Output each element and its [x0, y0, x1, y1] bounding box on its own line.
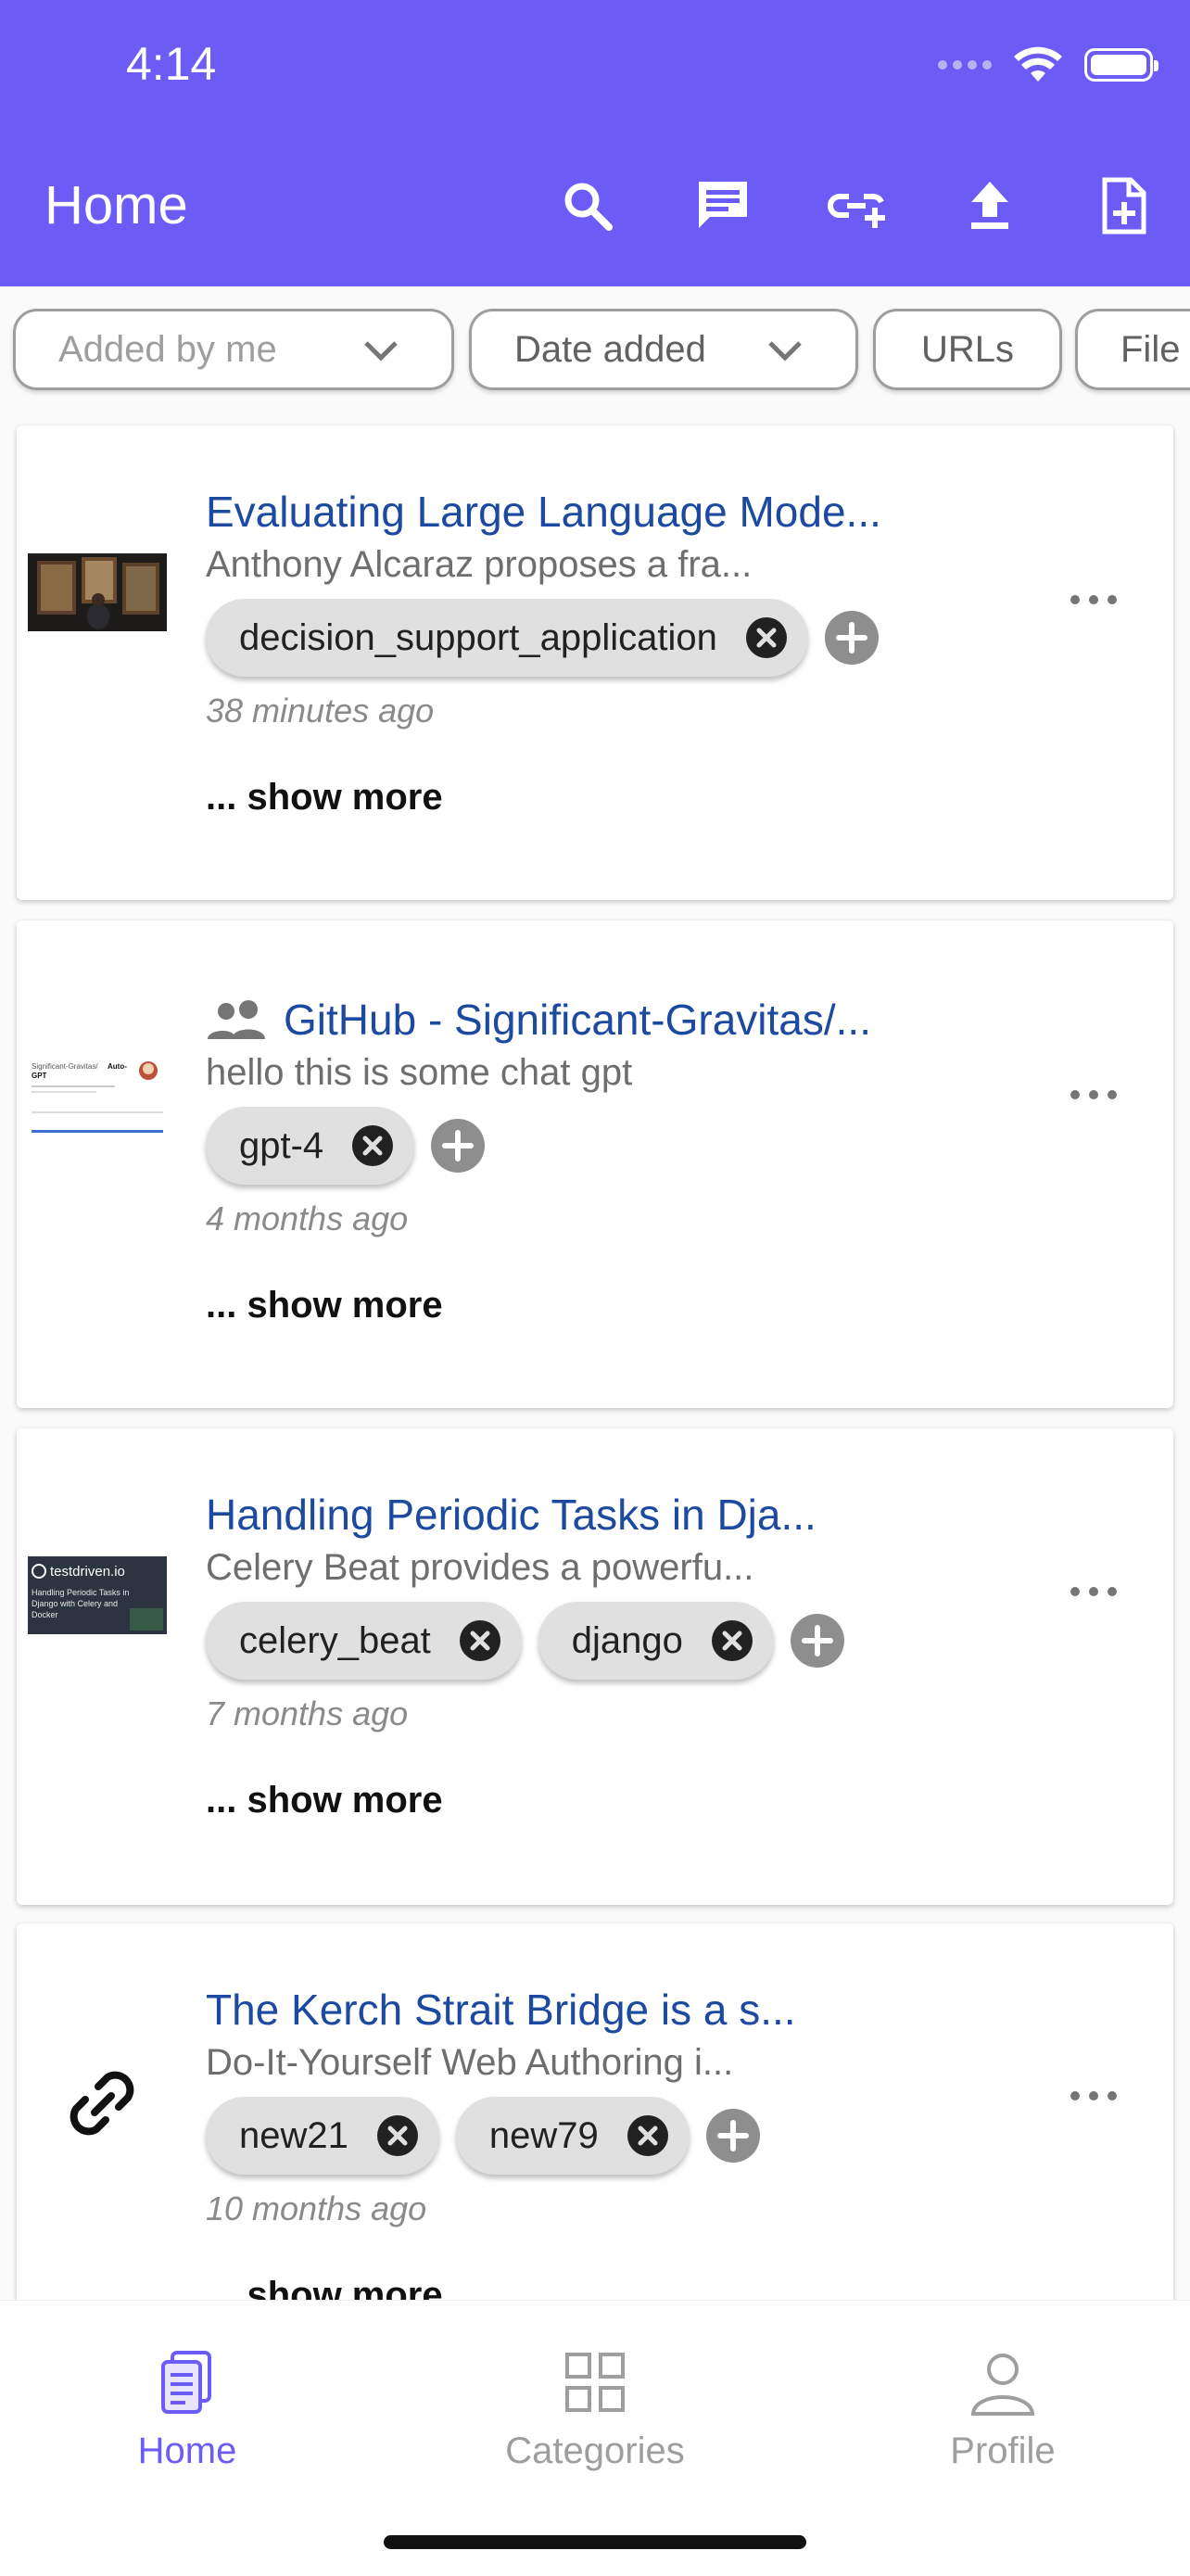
new-document-icon[interactable]	[1094, 176, 1153, 235]
testdriven-thumbnail: testdriven.io Handling Periodic Tasks in…	[28, 1556, 167, 1634]
tag-chip[interactable]: celery_beat	[206, 1602, 522, 1680]
filter-added-by[interactable]: Added by me	[13, 309, 454, 390]
bookmark-description: Do-It-Yourself Web Authoring i...	[206, 2042, 734, 2083]
filter-label: Added by me	[58, 328, 277, 370]
testdriven-line3: Docker	[32, 1610, 58, 1619]
remove-tag-icon[interactable]	[711, 1619, 753, 1662]
bookmark-card[interactable]: testdriven.io Handling Periodic Tasks in…	[17, 1428, 1173, 1905]
remove-tag-icon[interactable]	[351, 1124, 394, 1167]
testdriven-brand: testdriven.io	[50, 1564, 125, 1580]
shared-group-icon	[208, 1000, 265, 1039]
tag-label: new21	[239, 2114, 348, 2156]
bookmark-title[interactable]: Handling Periodic Tasks in Dja...	[206, 1490, 1025, 1540]
bookmark-title[interactable]: The Kerch Strait Bridge is a s...	[206, 1985, 1025, 2035]
battery-icon	[1084, 48, 1158, 82]
timestamp: 4 months ago	[206, 1199, 409, 1237]
tag-chip[interactable]: new79	[455, 2097, 690, 2175]
tag-list: gpt-4	[206, 1107, 1025, 1185]
testdriven-line2: Django with Celery and	[32, 1599, 118, 1608]
show-more-link[interactable]: ... show more	[206, 1780, 1025, 1821]
bookmark-description: Anthony Alcaraz proposes a fra...	[206, 544, 753, 585]
signal-icon	[938, 60, 992, 70]
bookmark-card[interactable]: The Kerch Strait Bridge is a s... Do-It-…	[17, 1923, 1173, 2300]
home-indicator	[384, 2535, 806, 2549]
status-time: 4:14	[126, 38, 217, 90]
remove-tag-icon[interactable]	[376, 2114, 419, 2157]
add-tag-icon[interactable]	[705, 2109, 760, 2163]
nav-profile[interactable]: Profile	[882, 2345, 1123, 2472]
more-options-icon[interactable]	[1066, 590, 1121, 609]
bookmark-title[interactable]: Evaluating Large Language Mode...	[206, 487, 1025, 537]
more-options-icon[interactable]	[1066, 1085, 1121, 1104]
remove-tag-icon[interactable]	[745, 616, 788, 659]
add-link-icon[interactable]	[827, 176, 886, 235]
bookmark-card[interactable]: Significant-Gravitas/ Auto- GPT GitHub -…	[17, 920, 1173, 1408]
filter-label: File	[1120, 328, 1181, 370]
bookmark-description: hello this is some chat gpt	[206, 1052, 633, 1093]
show-more-link[interactable]: ... show more	[206, 1285, 1025, 1326]
add-tag-icon[interactable]	[790, 1614, 844, 1668]
filter-bar: Added by me Date added URLs File	[0, 286, 1190, 418]
github-thumb-title: Significant-Gravitas/	[32, 1062, 98, 1071]
nav-home[interactable]: Home	[67, 2345, 308, 2472]
home-documents-icon	[161, 2351, 211, 2414]
github-thumbnail: Significant-Gravitas/ Auto- GPT	[28, 1056, 167, 1134]
search-icon[interactable]	[558, 176, 617, 235]
wifi-icon	[1014, 46, 1062, 82]
tag-label: django	[571, 1619, 683, 1661]
tag-label: decision_support_application	[239, 616, 717, 658]
show-more-link[interactable]: ... show more	[206, 777, 1025, 818]
add-tag-icon[interactable]	[431, 1119, 486, 1173]
link-icon	[70, 2071, 134, 2136]
more-options-icon[interactable]	[1066, 1582, 1121, 1601]
timestamp: 7 months ago	[206, 1694, 409, 1732]
status-icons	[938, 46, 1158, 83]
remove-tag-icon[interactable]	[627, 2114, 669, 2157]
add-tag-icon[interactable]	[824, 611, 879, 665]
tag-list: decision_support_application	[206, 599, 1025, 677]
filter-files[interactable]: File	[1075, 309, 1190, 390]
remove-tag-icon[interactable]	[459, 1619, 501, 1662]
tag-chip[interactable]: django	[538, 1602, 774, 1680]
chat-icon[interactable]	[693, 176, 753, 235]
chevron-down-icon	[364, 341, 398, 362]
tag-label: new79	[488, 2114, 599, 2156]
show-more-link[interactable]: ... show more	[206, 2275, 1025, 2300]
testdriven-line1: Handling Periodic Tasks in	[32, 1588, 129, 1597]
nav-categories[interactable]: Categories	[475, 2345, 715, 2472]
nav-label: Categories	[505, 2430, 685, 2471]
github-thumb-title-bold: Auto-	[108, 1062, 127, 1071]
bookmark-card[interactable]: Evaluating Large Language Mode... Anthon…	[17, 425, 1173, 900]
app-bar: 4:14 Home	[0, 0, 1190, 286]
filter-label: URLs	[920, 328, 1015, 370]
tag-label: gpt-4	[239, 1124, 324, 1166]
more-options-icon[interactable]	[1066, 2087, 1121, 2105]
timestamp: 10 months ago	[206, 2189, 427, 2227]
chevron-down-icon	[768, 341, 802, 362]
tag-chip[interactable]: new21	[206, 2097, 439, 2175]
timestamp: 38 minutes ago	[206, 692, 435, 730]
bookmark-title[interactable]: GitHub - Significant-Gravitas/...	[206, 995, 1025, 1045]
bookmark-description: Celery Beat provides a powerfu...	[206, 1547, 754, 1588]
upload-icon[interactable]	[960, 176, 1019, 235]
tag-label: celery_beat	[239, 1619, 431, 1661]
tag-list: celery_beat django	[206, 1602, 1025, 1680]
categories-grid-icon	[565, 2353, 625, 2412]
filter-label: Date added	[514, 328, 706, 370]
filter-urls[interactable]: URLs	[873, 309, 1062, 390]
github-thumb-subtitle: GPT	[32, 1072, 47, 1080]
nav-label: Home	[137, 2430, 237, 2471]
tag-chip[interactable]: decision_support_application	[206, 599, 808, 677]
painting-thumbnail	[28, 553, 167, 631]
page-title: Home	[44, 175, 188, 235]
profile-person-icon	[970, 2354, 1035, 2416]
tag-chip[interactable]: gpt-4	[206, 1107, 415, 1185]
tag-list: new21 new79	[206, 2097, 1025, 2175]
filter-date-added[interactable]: Date added	[469, 309, 858, 390]
bookmark-list: Evaluating Large Language Mode... Anthon…	[0, 418, 1190, 2300]
nav-label: Profile	[950, 2430, 1056, 2471]
